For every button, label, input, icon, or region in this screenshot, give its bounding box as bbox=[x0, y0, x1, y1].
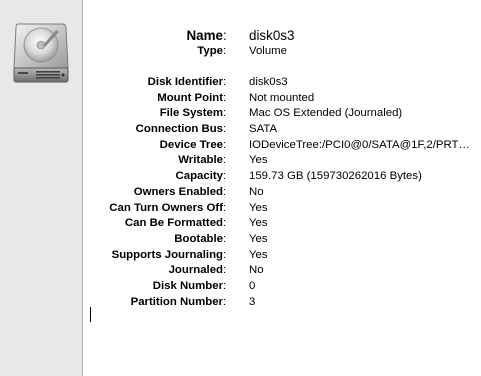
property-label: Owners Enabled bbox=[133, 185, 223, 198]
colon: : bbox=[223, 107, 227, 120]
colon: : bbox=[223, 170, 227, 183]
property-label: Mount Point bbox=[157, 91, 223, 104]
property-value: Mac OS Extended (Journaled) bbox=[249, 107, 403, 120]
property-row: Connection Bus: SATA bbox=[83, 122, 481, 138]
property-value: 0 bbox=[249, 279, 256, 292]
text-cursor bbox=[90, 307, 91, 322]
property-row: Writable: Yes bbox=[83, 153, 481, 169]
property-row: Mount Point: Not mounted bbox=[83, 91, 481, 107]
property-label: Writable bbox=[178, 154, 223, 167]
property-value: Yes bbox=[249, 154, 268, 167]
colon: : bbox=[223, 217, 227, 230]
type-value: Volume bbox=[249, 45, 287, 57]
property-value: Yes bbox=[249, 217, 268, 230]
property-value: No bbox=[249, 264, 264, 277]
property-row: Owners Enabled: No bbox=[83, 185, 481, 201]
property-row: Disk Identifier: disk0s3 bbox=[83, 75, 481, 91]
colon: : bbox=[223, 201, 227, 214]
property-label: Can Be Formatted bbox=[124, 217, 223, 230]
colon: : bbox=[223, 28, 227, 43]
property-value: No bbox=[249, 185, 264, 198]
property-label: Disk Number bbox=[152, 279, 223, 292]
property-label: Disk Identifier bbox=[147, 76, 223, 88]
property-value: disk0s3 bbox=[249, 76, 288, 88]
property-row: Capacity: 159.73 GB (159730262016 Bytes) bbox=[83, 169, 481, 185]
property-row: Can Be Formatted: Yes bbox=[83, 216, 481, 232]
property-value: Yes bbox=[249, 201, 268, 214]
property-label: File System bbox=[159, 107, 223, 120]
disk-info-table: Name : disk0s3 Type : Volume Disk Identi… bbox=[83, 27, 481, 310]
property-label: Connection Bus bbox=[135, 123, 223, 136]
property-label: Supports Journaling bbox=[111, 248, 223, 261]
property-label: Partition Number bbox=[130, 295, 223, 308]
colon: : bbox=[223, 138, 227, 151]
name-row: Name : disk0s3 bbox=[83, 27, 481, 44]
property-value: 159.73 GB (159730262016 Bytes) bbox=[249, 170, 422, 183]
type-label: Type bbox=[197, 45, 223, 57]
name-label: Name bbox=[186, 28, 223, 43]
colon: : bbox=[223, 45, 227, 57]
property-row: Device Tree: IODeviceTree:/PCI0@0/SATA@1F… bbox=[83, 138, 481, 154]
colon: : bbox=[223, 295, 227, 308]
colon: : bbox=[223, 279, 227, 292]
property-value: Yes bbox=[249, 232, 268, 245]
colon: : bbox=[223, 91, 227, 104]
property-row: Partition Number: 3 bbox=[83, 295, 481, 311]
property-row: Bootable: Yes bbox=[83, 232, 481, 248]
property-value: Yes bbox=[249, 248, 268, 261]
colon: : bbox=[223, 185, 227, 198]
name-value: disk0s3 bbox=[249, 28, 295, 43]
type-row: Type : Volume bbox=[83, 44, 481, 62]
property-value: SATA bbox=[249, 123, 278, 136]
property-label: Capacity bbox=[175, 170, 223, 183]
colon: : bbox=[223, 123, 227, 136]
property-row: Supports Journaling: Yes bbox=[83, 248, 481, 264]
colon: : bbox=[223, 76, 227, 88]
property-label: Device Tree bbox=[159, 138, 223, 151]
colon: : bbox=[223, 264, 227, 277]
colon: : bbox=[223, 154, 227, 167]
property-value: 3 bbox=[249, 295, 256, 308]
property-list: Disk Identifier: disk0s3 Mount Point: Not m… bbox=[83, 75, 481, 310]
property-row: File System: Mac OS Extended (Journaled) bbox=[83, 106, 481, 122]
property-label: Journaled bbox=[168, 264, 223, 277]
hard-disk-icon bbox=[13, 23, 69, 83]
property-row: Journaled: No bbox=[83, 263, 481, 279]
property-value: IODeviceTree:/PCI0@0/SATA@1F,2/PRT… bbox=[249, 138, 470, 151]
property-value: Not mounted bbox=[249, 91, 315, 104]
property-row: Can Turn Owners Off: Yes bbox=[83, 201, 481, 217]
colon: : bbox=[223, 248, 227, 261]
property-label: Bootable bbox=[174, 232, 223, 245]
property-row: Disk Number: 0 bbox=[83, 279, 481, 295]
property-label: Can Turn Owners Off bbox=[109, 201, 223, 214]
colon: : bbox=[223, 232, 227, 245]
